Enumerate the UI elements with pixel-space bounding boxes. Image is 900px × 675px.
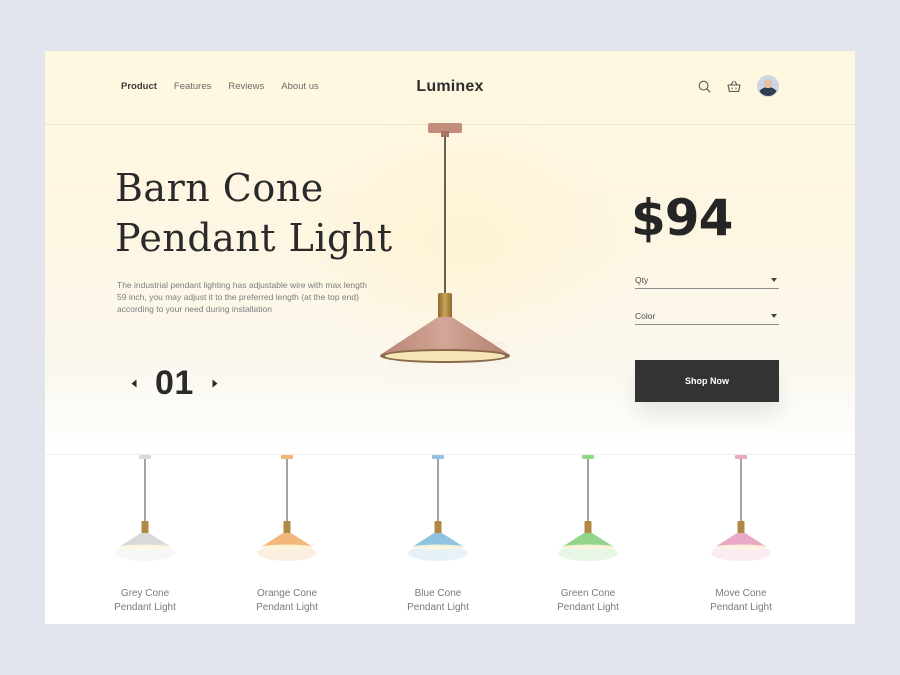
slide-pager: 01 xyxy=(129,364,220,403)
grey-lamp-image xyxy=(115,455,175,561)
orange-lamp-image xyxy=(257,455,317,561)
lamp-socket xyxy=(737,521,745,534)
product-name: Move Cone Pendant Light xyxy=(681,587,801,614)
ceiling-cap xyxy=(281,455,293,459)
color-label: Color xyxy=(635,311,656,321)
product-name-line-1: Grey Cone xyxy=(120,588,170,599)
title-line-2: Pendant Light xyxy=(115,216,393,260)
blue-lamp-image xyxy=(408,455,468,561)
qty-label: Qty xyxy=(635,275,649,285)
lamp-bulb-rim xyxy=(412,544,464,550)
product-name: Grey Cone Pendant Light xyxy=(85,587,205,614)
chevron-down-icon xyxy=(771,278,777,282)
product-list: Grey Cone Pendant Light Orange Cone Pend… xyxy=(45,455,855,624)
product-card-move[interactable]: Move Cone Pendant Light xyxy=(681,455,801,624)
product-name-line-2: Pendant Light xyxy=(557,601,619,613)
product-description: The industrial pendant lighting has adju… xyxy=(117,280,367,314)
green-lamp-image xyxy=(558,455,618,561)
product-page: Product Features Reviews About us Lumine… xyxy=(45,51,855,624)
product-name-line-2: Pendant Light xyxy=(256,601,318,613)
lamp-bulb-rim xyxy=(261,544,313,550)
product-name-line-1: Blue Cone xyxy=(414,588,462,599)
lamp-bulb-rim xyxy=(562,544,614,550)
product-name-line-2: Pendant Light xyxy=(407,601,469,613)
lamp-bulb-rim xyxy=(715,544,767,550)
product-card-blue[interactable]: Blue Cone Pendant Light xyxy=(378,455,498,624)
qty-select[interactable]: Qty xyxy=(635,273,779,289)
shop-now-button[interactable]: Shop Now xyxy=(635,360,779,402)
lamp-socket xyxy=(283,521,291,534)
title-line-1: Barn Cone xyxy=(115,166,324,210)
ceiling-cap xyxy=(582,455,594,459)
ceiling-cap xyxy=(139,455,151,459)
product-name-line-2: Pendant Light xyxy=(114,601,176,613)
lamp-socket xyxy=(584,521,592,534)
ceiling-cap xyxy=(432,455,444,459)
lamp-socket xyxy=(434,521,442,534)
product-name-line-2: Pendant Light xyxy=(710,601,772,613)
header-actions xyxy=(697,75,779,97)
product-card-orange[interactable]: Orange Cone Pendant Light xyxy=(227,455,347,624)
ceiling-cap xyxy=(735,455,747,459)
product-name: Green Cone Pendant Light xyxy=(528,587,648,614)
next-arrow-icon[interactable] xyxy=(210,377,220,391)
slide-number: 01 xyxy=(155,364,194,402)
color-select[interactable]: Color xyxy=(635,309,779,325)
product-price: $94 xyxy=(631,189,733,247)
product-card-green[interactable]: Green Cone Pendant Light xyxy=(528,455,648,624)
lamp-socket xyxy=(141,521,149,534)
prev-arrow-icon[interactable] xyxy=(129,377,139,391)
product-title: Barn Cone Pendant Light xyxy=(115,163,415,263)
search-icon[interactable] xyxy=(697,79,711,93)
product-name: Orange Cone Pendant Light xyxy=(227,587,347,614)
hero-lamp-image xyxy=(375,123,525,413)
chevron-down-icon xyxy=(771,314,777,318)
basket-icon[interactable] xyxy=(727,79,741,93)
user-avatar[interactable] xyxy=(757,75,779,97)
pink-lamp-image xyxy=(711,455,771,561)
product-name-line-1: Orange Cone xyxy=(256,588,318,599)
product-name: Blue Cone Pendant Light xyxy=(378,587,498,614)
product-card-grey[interactable]: Grey Cone Pendant Light xyxy=(85,455,205,624)
product-name-line-1: Move Cone xyxy=(715,588,767,599)
header: Product Features Reviews About us Lumine… xyxy=(45,51,855,125)
lamp-bulb-rim xyxy=(119,544,171,550)
product-name-line-1: Green Cone xyxy=(560,588,616,599)
